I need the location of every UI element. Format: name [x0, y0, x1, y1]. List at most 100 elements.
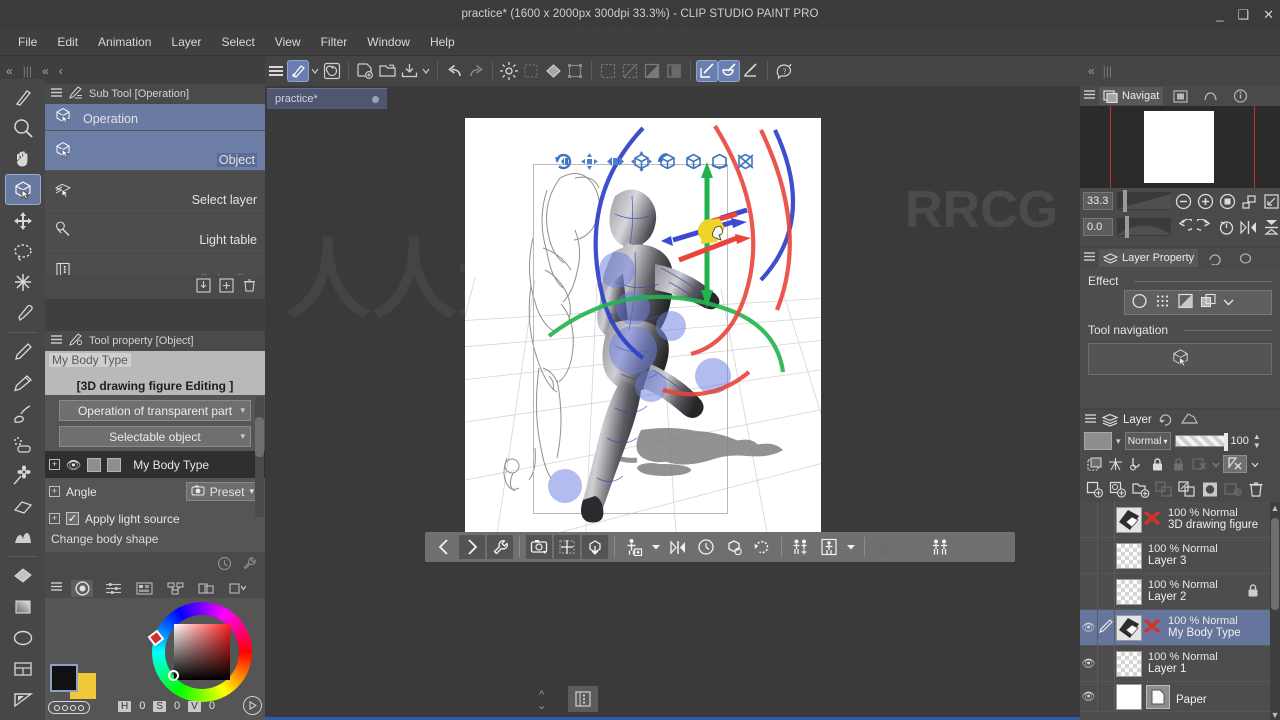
rotate-object-icon[interactable] [683, 151, 705, 173]
collapse-right-panels-icon[interactable]: « [1088, 64, 1095, 78]
tool-brush-top-icon[interactable] [5, 81, 41, 112]
figure-manipulator-toolbar[interactable] [553, 151, 757, 173]
panel-menu-icon[interactable] [51, 582, 62, 594]
body-pose-icon[interactable] [899, 535, 925, 559]
rotate-axis-icon[interactable] [735, 151, 757, 173]
document-tab-practice[interactable]: practice* [267, 88, 387, 109]
layer-thumbnail[interactable] [1116, 578, 1142, 605]
prev-icon[interactable] [431, 535, 457, 559]
table-row[interactable]: 100 % Normal Layer 2 [1080, 574, 1280, 610]
menu-item-window[interactable]: Window [357, 31, 420, 53]
canvas-collapse-arrows[interactable]: ^ ⌄ [537, 690, 546, 712]
tool-blend-icon[interactable] [5, 522, 41, 553]
chevron-down-icon[interactable] [844, 535, 858, 559]
new-folder-icon[interactable] [1130, 479, 1151, 499]
move-depth-icon[interactable] [605, 151, 627, 173]
chevron-down-icon[interactable]: ▾ [1116, 436, 1121, 447]
menu-item-animation[interactable]: Animation [88, 31, 161, 53]
ground-icon[interactable] [582, 535, 608, 559]
scrollbar-thumb[interactable] [255, 417, 264, 457]
animation-tab[interactable] [1158, 412, 1175, 429]
visibility-toggle[interactable]: 👁 [1080, 690, 1097, 703]
angle-row[interactable]: + Angle Preset ▾ [45, 478, 265, 505]
tool-airbrush-icon[interactable] [5, 429, 41, 460]
chevron-down-icon[interactable] [1250, 455, 1259, 473]
toggle-box-2[interactable] [107, 457, 122, 472]
fit-icon[interactable] [554, 535, 580, 559]
combine-down-icon[interactable] [1176, 479, 1197, 499]
transparent-color-button[interactable] [48, 701, 90, 714]
opacity-stepper[interactable]: ▲ ▼ [1253, 432, 1261, 450]
selection-pen-icon[interactable] [696, 60, 718, 82]
table-row[interactable]: 👁 100 % Normal Layer 1 [1080, 646, 1280, 682]
deselect-icon[interactable] [619, 60, 641, 82]
sub-tool-item-object[interactable]: Object [45, 131, 265, 171]
opacity-slider[interactable] [1174, 433, 1228, 451]
effect-buttons[interactable] [1124, 290, 1272, 315]
collapse-toolprop-icon[interactable]: ‹ [59, 64, 63, 78]
wrench-icon[interactable] [242, 556, 257, 574]
object-rotate-icon[interactable] [721, 535, 747, 559]
expand-icon[interactable]: + [49, 486, 60, 497]
lock-pixels-icon[interactable] [1190, 455, 1208, 473]
table-row[interactable]: 👁 100 % Normal My Body Type [1080, 610, 1280, 646]
timeline-tab[interactable] [1180, 412, 1198, 429]
layer-thumbnail[interactable] [1116, 650, 1142, 677]
navigator-tab[interactable]: Navigat [1099, 87, 1164, 105]
collapse-all-icon[interactable]: « [6, 64, 13, 78]
spiral-icon[interactable] [321, 60, 343, 82]
light-source-row[interactable]: + ✓ Apply light source [45, 505, 265, 532]
panel-menu-icon[interactable] [51, 88, 62, 100]
extract-line-icon[interactable] [1200, 293, 1217, 312]
chevron-down-icon[interactable] [420, 60, 432, 82]
close-tab-icon[interactable] [372, 95, 379, 103]
layer-tab[interactable]: Layer [1102, 413, 1152, 427]
color-apply-button[interactable] [243, 696, 262, 715]
open-file-icon[interactable] [376, 60, 398, 82]
help-icon[interactable]: ? [773, 60, 795, 82]
change-body-shape-row[interactable]: Change body shape [45, 532, 265, 546]
fit-screen-icon[interactable] [1240, 191, 1258, 211]
move-free-icon[interactable] [631, 151, 653, 173]
fit-icon[interactable] [1219, 191, 1237, 211]
tool-property-scrollbar[interactable] [255, 397, 264, 517]
brush-icon[interactable] [287, 60, 309, 82]
layer-property-tab[interactable]: Layer Property [1099, 249, 1199, 267]
layer-list-scrollbar[interactable]: ▲ ▼ [1270, 502, 1280, 720]
approx-color-tab[interactable] [195, 580, 217, 597]
reference-toggle[interactable] [1097, 619, 1114, 636]
tool-ellipse-icon[interactable] [5, 622, 41, 653]
fill-selection-icon[interactable] [520, 60, 542, 82]
tool-lasso-select-icon[interactable] [5, 236, 41, 267]
zoom-in-icon[interactable] [1197, 191, 1215, 211]
maximize-icon[interactable]: ❑ [1237, 8, 1249, 21]
mask-icon[interactable] [1199, 479, 1220, 499]
tool-hand-icon[interactable] [5, 143, 41, 174]
zoom-slider[interactable] [1117, 190, 1172, 212]
menu-item-layer[interactable]: Layer [161, 31, 211, 53]
scroll-up-icon[interactable]: ▲ [1270, 502, 1280, 514]
table-row[interactable]: 100 % Normal 3D drawing figure [1080, 502, 1280, 538]
tool-frame-border-icon[interactable] [5, 653, 41, 684]
expand-icon[interactable]: + [49, 513, 60, 524]
tool-operation-icon[interactable] [4, 174, 41, 205]
zoom-out-icon[interactable] [1175, 191, 1193, 211]
rotation-value-field[interactable]: 0.0 [1083, 218, 1113, 236]
tool-decoration-icon[interactable] [5, 460, 41, 491]
panel-menu-icon[interactable] [1084, 252, 1095, 264]
settings-icon[interactable] [487, 535, 513, 559]
animation-timeline-button[interactable] [568, 686, 598, 712]
close-icon[interactable]: ✕ [1263, 8, 1274, 21]
rotation-slider-knob[interactable] [1124, 216, 1129, 238]
menu-item-file[interactable]: File [8, 31, 47, 53]
draft-layer-icon[interactable] [1223, 455, 1247, 473]
mask-apply-icon[interactable] [1222, 479, 1243, 499]
history-icon[interactable] [217, 556, 232, 574]
scrollbar-thumb[interactable] [1271, 518, 1279, 610]
menu-item-view[interactable]: View [265, 31, 311, 53]
animation-cels-tab[interactable] [1202, 249, 1228, 267]
layer-thumbnail[interactable] [1116, 542, 1142, 569]
lock-layer-icon[interactable] [1148, 455, 1166, 473]
navigator-preview[interactable] [1080, 106, 1280, 188]
rotate-right-icon[interactable] [1196, 217, 1214, 237]
